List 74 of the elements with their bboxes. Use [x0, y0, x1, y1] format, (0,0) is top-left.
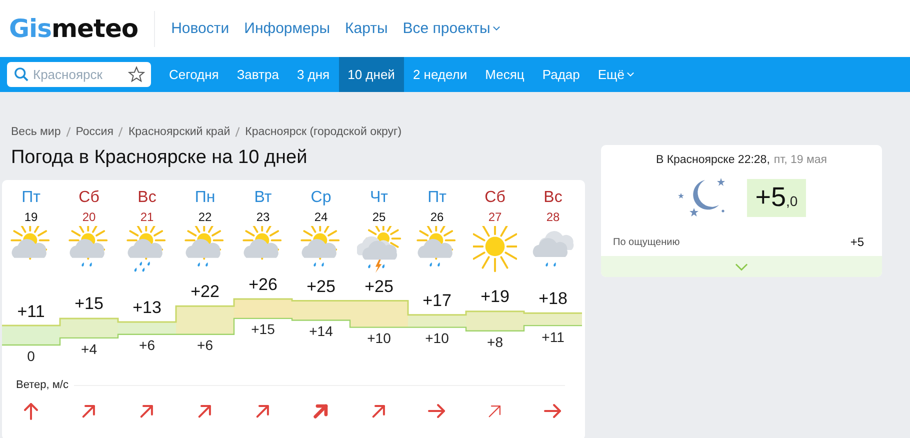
day-name: Вт — [254, 189, 272, 207]
min-temperature: +6 — [138, 337, 156, 354]
current-date: пт, 19 мая — [774, 154, 828, 166]
day-date: 20 — [82, 210, 96, 224]
nav-link[interactable]: Карты — [345, 20, 388, 37]
min-temperature: +11 — [540, 328, 566, 345]
day-date: 24 — [314, 210, 328, 224]
breadcrumb-link[interactable]: Красноярск (городской округ) — [245, 126, 402, 138]
wind-arrow-icon — [21, 401, 41, 421]
min-temperature: +6 — [196, 337, 214, 354]
nav-tab[interactable]: Завтра — [228, 57, 288, 92]
search-icon — [14, 67, 29, 82]
day-date: 28 — [546, 210, 560, 224]
min-temperature: +14 — [308, 323, 334, 340]
min-temperature: +4 — [80, 340, 98, 357]
max-temperature: +13 — [132, 298, 162, 318]
nav-link[interactable]: Информеры — [244, 20, 330, 37]
wind-arrow-icon — [427, 401, 447, 421]
nav-tab[interactable]: Ещё — [588, 57, 644, 92]
max-temperature: +17 — [422, 290, 452, 311]
day-date: 27 — [488, 210, 502, 224]
max-temperature: +26 — [248, 275, 278, 295]
day-name: Пт — [22, 189, 40, 207]
day-date: 21 — [140, 210, 154, 224]
search-field[interactable]: Красноярск — [7, 62, 151, 87]
day-name: Вс — [544, 189, 562, 207]
day-name: Сб — [78, 189, 100, 207]
nav-link[interactable]: Новости — [171, 20, 230, 37]
day-date: 22 — [198, 210, 212, 224]
min-temperature: +15 — [250, 321, 276, 338]
page-title: Погода в Красноярске на 10 дней — [11, 147, 308, 169]
day-name: Вс — [138, 189, 156, 207]
breadcrumb-link[interactable]: Россия — [76, 126, 114, 138]
temperature-bar — [2, 326, 60, 345]
max-temperature: +15 — [74, 294, 104, 314]
max-temperature: +19 — [480, 287, 510, 308]
min-temperature: +10 — [366, 330, 392, 346]
sun-icon — [473, 226, 517, 274]
breadcrumb-link[interactable]: Красноярский край — [128, 126, 230, 138]
min-temperature: 0 — [26, 348, 36, 364]
max-temperature: +18 — [538, 289, 568, 310]
star-icon[interactable] — [128, 66, 145, 83]
chevron-down-icon — [735, 262, 748, 270]
nav-tab[interactable]: Месяц — [476, 57, 534, 92]
temperature-badge: +5,0 — [747, 179, 806, 217]
feels-like-value: +5 — [850, 235, 864, 249]
nav-link[interactable]: Все проекты — [402, 20, 500, 37]
day-name: Пт — [428, 189, 446, 207]
feels-like-label: По ощущению — [613, 236, 680, 248]
day-name: Сб — [484, 189, 506, 207]
day-date: 23 — [256, 210, 270, 224]
logo[interactable]: Gismeteo — [9, 14, 138, 43]
wind-label: Ветер, м/с — [16, 379, 68, 391]
day-name: Пн — [194, 189, 216, 207]
max-temperature: +25 — [306, 276, 336, 297]
day-name: Ср — [310, 189, 332, 207]
min-temperature: +10 — [424, 330, 450, 346]
day-date: 26 — [430, 210, 444, 224]
wind-arrow-icon — [543, 401, 563, 421]
nav-tab[interactable]: Радар — [533, 57, 589, 92]
nav-tab[interactable]: Сегодня — [160, 57, 228, 92]
day-date: 19 — [24, 210, 38, 224]
max-temperature: +11 — [16, 302, 46, 322]
nav-tab[interactable]: 2 недели — [404, 57, 476, 92]
cloud-storm-icon — [357, 226, 401, 274]
max-temperature: +25 — [364, 276, 394, 297]
place-time: В Красноярске 22:28, — [656, 154, 770, 166]
nav-tab[interactable]: 10 дней — [338, 57, 404, 92]
min-temperature: +8 — [486, 334, 504, 350]
breadcrumb-link[interactable]: Весь мир — [11, 126, 61, 138]
nav-tab[interactable]: 3 дня — [288, 57, 339, 92]
day-date: 25 — [372, 210, 386, 224]
max-temperature: +22 — [190, 282, 220, 302]
day-name: Чт — [370, 189, 388, 207]
